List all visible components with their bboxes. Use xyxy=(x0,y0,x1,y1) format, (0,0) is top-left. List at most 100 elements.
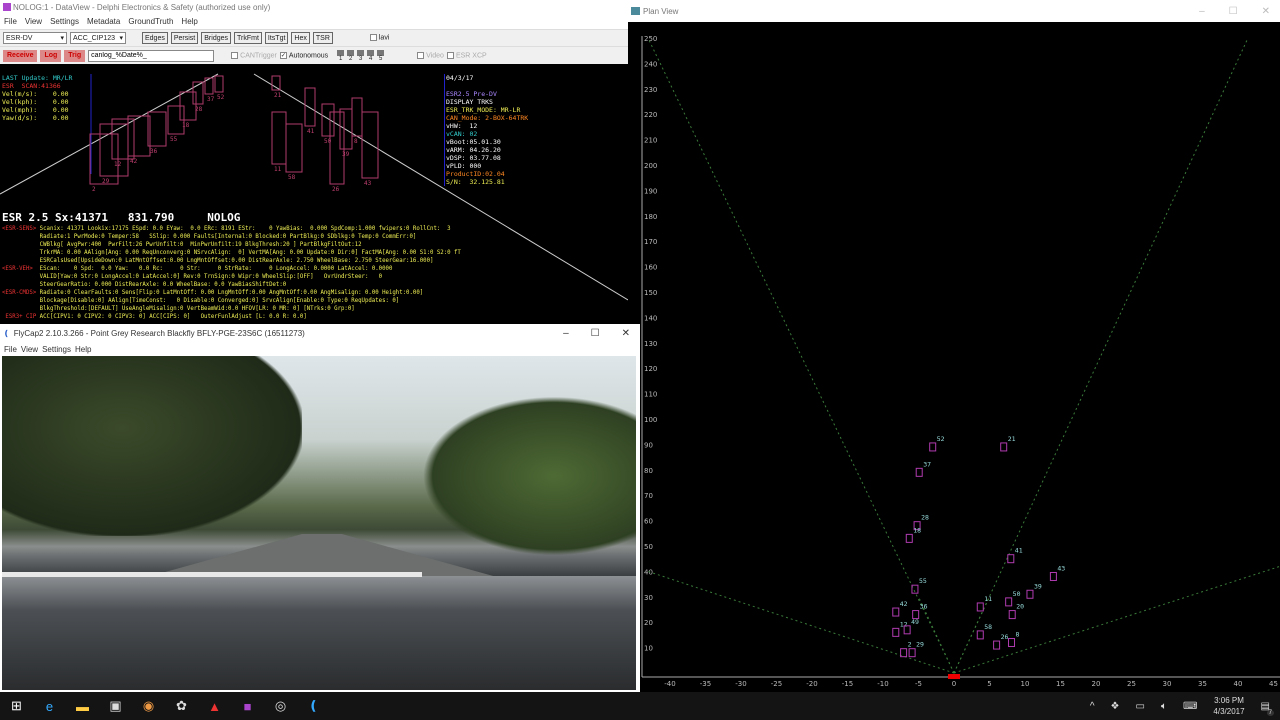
maximize-button[interactable]: ☐ xyxy=(1229,6,1238,17)
action-center-icon[interactable]: ▤ 7 xyxy=(1261,701,1274,716)
lavi-checkbox[interactable]: lavi xyxy=(369,34,389,42)
x-tick-label: 15 xyxy=(1056,680,1065,688)
volume-icon[interactable]: 🔈︎ xyxy=(1161,701,1167,712)
video-label: Video xyxy=(426,52,444,60)
dashboard-reflection xyxy=(2,572,422,577)
y-tick-label: 210 xyxy=(644,137,657,145)
sensor-message-line: ESRCalsUsed[UpsideDown:0 LatMntOffset:0.… xyxy=(2,257,461,265)
minimize-button[interactable]: – xyxy=(563,328,569,339)
x-tick-label: -25 xyxy=(771,680,782,688)
sensor-message-line: SteerGearRatio: 0.000 DistRearAxle: 0.0 … xyxy=(2,281,461,289)
dataview-taskbar-icon[interactable]: ■ xyxy=(231,699,264,714)
close-button[interactable]: ✕ xyxy=(622,328,630,339)
store-icon[interactable]: ▣ xyxy=(99,698,132,714)
maximize-button[interactable]: ☐ xyxy=(591,328,600,339)
flycap-taskbar-icon[interactable]: ❪ xyxy=(297,698,330,714)
bridges-button[interactable]: Bridges xyxy=(201,32,231,44)
menu-item-groundtruth[interactable]: GroundTruth xyxy=(128,17,173,26)
trkfmt-button[interactable]: TrkFmt xyxy=(234,32,262,44)
message-tag: ESR3+ CIP xyxy=(2,314,37,320)
keyboard-icon[interactable]: ⌨ xyxy=(1183,701,1197,712)
radar-track-label: 42 xyxy=(130,158,138,165)
edges-button[interactable]: Edges xyxy=(142,32,168,44)
info-line: vHW: 12 xyxy=(446,122,478,130)
fov-boundary-line xyxy=(953,596,990,674)
cantrigger-checkbox[interactable]: CANTrigger xyxy=(231,51,277,59)
globe-icon[interactable]: ◎ xyxy=(264,698,297,714)
menu-item-help[interactable]: Help xyxy=(75,345,91,354)
filename-input[interactable] xyxy=(88,49,215,62)
menu-item-file[interactable]: File xyxy=(4,17,17,26)
acrobat-icon[interactable]: ▲ xyxy=(198,699,231,714)
track-26-box xyxy=(993,640,1001,650)
y-tick-label: 80 xyxy=(644,467,653,475)
track-55-label: 55 xyxy=(919,577,927,585)
sensor-messages: <ESR-SENS> Scanix: 41371 Lookix:17175 ES… xyxy=(2,225,461,321)
menu-item-view[interactable]: View xyxy=(25,17,42,26)
y-tick-label: 240 xyxy=(644,60,657,68)
menu-item-help[interactable]: Help xyxy=(181,17,197,26)
mode-select[interactable]: ACC_CIP123 ▾ xyxy=(70,32,126,44)
menu-item-file[interactable]: File xyxy=(4,345,17,354)
channel-indicators: 12345 xyxy=(337,49,385,62)
channel-number: 1 xyxy=(338,55,343,62)
app-icon[interactable]: ✿ xyxy=(165,698,198,714)
y-tick-label: 10 xyxy=(644,645,653,653)
y-tick-label: 190 xyxy=(644,187,657,195)
video-checkbox[interactable]: Video xyxy=(417,51,444,60)
chevron-down-icon: ▾ xyxy=(119,35,123,42)
network-icon[interactable]: ▭ xyxy=(1136,701,1145,712)
chrome-icon[interactable]: ◉ xyxy=(132,698,165,714)
edge-icon[interactable]: e xyxy=(33,699,66,714)
windows-start-icon[interactable]: ⊞ xyxy=(0,698,33,714)
channel-number: 4 xyxy=(368,55,373,62)
radar-track-box xyxy=(214,75,224,93)
tsr-button[interactable]: TSR xyxy=(312,32,333,44)
radar-track-label: 37 xyxy=(207,96,215,103)
show-hidden-icons[interactable]: ^ xyxy=(1090,701,1095,712)
message-text: TrkrMA: 0.00 AAlign[Ang: 0.00 ReqUnconve… xyxy=(2,250,461,256)
message-text: EScan: 0 Spd: 0.0 Yaw: 0.0 Rc: 0 Str: 0 … xyxy=(36,266,393,272)
menu-item-settings[interactable]: Settings xyxy=(42,345,71,354)
sensor-message-line: VALID[Yaw:0 Str:0 LongAccel:0 LatAccel:0… xyxy=(2,273,461,281)
device-select[interactable]: ESR-DV ▾ xyxy=(3,32,67,44)
track-37-label: 37 xyxy=(923,460,931,468)
dropbox-icon[interactable]: ❖ xyxy=(1111,701,1120,712)
menu-item-settings[interactable]: Settings xyxy=(50,17,79,26)
clock[interactable]: 3:06 PM 4/3/2017 xyxy=(1213,695,1244,717)
hex-button[interactable]: Hex xyxy=(291,32,310,44)
radar-track-label: 58 xyxy=(288,174,296,181)
radar-track-label: 43 xyxy=(364,180,372,187)
channel-3[interactable]: 3 xyxy=(357,49,365,62)
x-tick-label: 25 xyxy=(1127,680,1136,688)
channel-2[interactable]: 2 xyxy=(347,49,355,62)
y-tick-label: 120 xyxy=(644,365,657,373)
y-tick-label: 100 xyxy=(644,416,657,424)
minimize-button[interactable]: – xyxy=(1199,6,1205,17)
x-tick-label: -20 xyxy=(806,680,817,688)
menu-item-metadata[interactable]: Metadata xyxy=(87,17,120,26)
info-line: 04/3/17 xyxy=(446,74,474,82)
close-button[interactable]: ✕ xyxy=(1262,6,1270,17)
itstgt-button[interactable]: ItsTgt xyxy=(264,32,289,44)
track-2-label: 2 xyxy=(908,641,912,649)
track-41-label: 41 xyxy=(1015,547,1023,555)
autonomous-label: Autonomous xyxy=(288,52,329,60)
info-line: S/N: 32.125.81 xyxy=(446,178,505,186)
persist-button[interactable]: Persist xyxy=(170,32,199,44)
radar-track-label: 41 xyxy=(307,128,315,135)
file-explorer-icon[interactable]: ▬ xyxy=(66,699,99,714)
autonomous-checkbox[interactable]: ✓ Autonomous xyxy=(279,51,329,60)
channel-4[interactable]: 4 xyxy=(367,49,375,62)
radar-track-label: 39 xyxy=(342,151,350,158)
channel-5[interactable]: 5 xyxy=(377,49,385,62)
trig-button[interactable]: Trig xyxy=(64,49,86,62)
info-line: vCAN: 02 xyxy=(446,130,478,138)
channel-1[interactable]: 1 xyxy=(337,49,345,62)
sensor-message-line: TrkrMA: 0.00 AAlign[Ang: 0.00 ReqUnconve… xyxy=(2,249,461,257)
message-text: Blockage[Disable:0] AAlign[TimeConst: 0 … xyxy=(2,298,400,304)
log-button[interactable]: Log xyxy=(40,49,62,62)
receive-button[interactable]: Receive xyxy=(3,49,38,62)
menu-item-view[interactable]: View xyxy=(21,345,38,354)
esrxcp-checkbox[interactable]: ESR XCP xyxy=(446,51,487,59)
